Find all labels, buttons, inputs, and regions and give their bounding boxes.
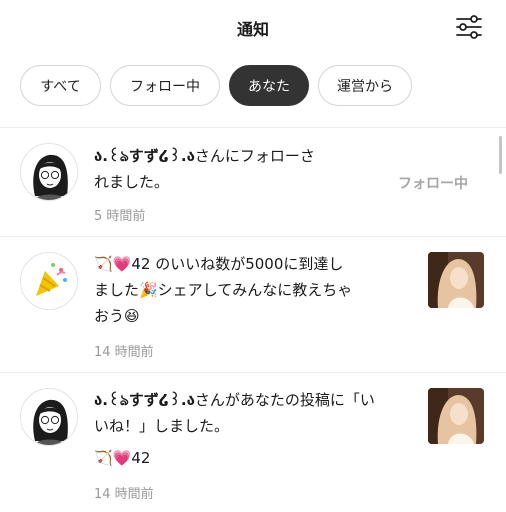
tab-you[interactable]: あなた	[229, 65, 309, 106]
notification-item[interactable]: ა.꒰ঌすず໒꒱.აさんがあなたの投稿に「い いね！」しました。 🏹💗42 14…	[0, 373, 506, 512]
party-popper-icon	[20, 252, 78, 310]
notification-text: ました🎉シェアしてみんなに教えちゃ	[94, 281, 353, 299]
tab-all[interactable]: すべて	[20, 65, 101, 106]
filter-tabs: すべて フォロー中 あなた 運営から	[20, 65, 412, 107]
timestamp: 14 時間前	[94, 487, 154, 502]
follow-status[interactable]: フォロー中	[398, 173, 468, 193]
timestamp: 14 時間前	[94, 345, 154, 360]
user-avatar-manga-girl	[21, 144, 77, 200]
scrollbar[interactable]	[499, 136, 502, 174]
notification-text: れました。	[94, 173, 170, 191]
timestamp: 5 時間前	[94, 209, 146, 224]
header: 通知	[0, 0, 506, 56]
user-name[interactable]: ა.꒰ঌすず໒꒱.ა	[94, 147, 195, 165]
sliders-icon[interactable]	[454, 12, 484, 42]
notification-text: さんにフォローさ	[194, 147, 315, 165]
avatar[interactable]	[20, 388, 78, 446]
user-avatar-manga-girl	[21, 389, 77, 445]
post-title: 🏹💗42	[94, 449, 151, 467]
post-thumbnail[interactable]	[428, 252, 484, 308]
user-name[interactable]: ა.꒰ঌすず໒꒱.ა	[94, 391, 195, 409]
avatar[interactable]	[20, 143, 78, 201]
page-title: 通知	[236, 20, 269, 39]
notification-text: さんがあなたの投稿に「い	[194, 391, 375, 409]
notification-item[interactable]: 🏹💗42 のいいね数が5000に到達し ました🎉シェアしてみんなに教えちゃ おう…	[0, 237, 506, 372]
notification-text: 🏹💗42 のいいね数が5000に到達し	[94, 255, 344, 273]
notification-text: おう😆	[94, 307, 140, 325]
notification-text: いね！」しました。	[94, 417, 230, 435]
post-thumbnail[interactable]	[428, 388, 484, 444]
notification-item[interactable]: ა.꒰ঌすず໒꒱.აさんにフォローさ れました。 フォロー中 5 時間前	[0, 128, 506, 236]
tab-official[interactable]: 運営から	[318, 65, 412, 106]
tab-following[interactable]: フォロー中	[110, 65, 220, 106]
